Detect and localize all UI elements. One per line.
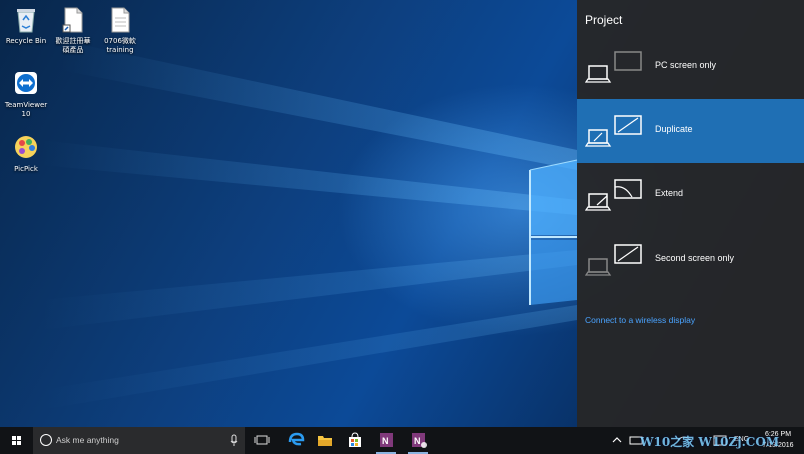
- file-explorer-icon: [318, 436, 332, 446]
- store-icon: [349, 432, 361, 447]
- panel-title: Project: [585, 13, 623, 27]
- second-screen-only-icon: [584, 240, 645, 280]
- windows-logo-icon: [12, 436, 21, 445]
- option-pc-screen-only[interactable]: PC screen only: [577, 35, 804, 99]
- file-2-label: 0706微軟 training: [104, 37, 136, 54]
- cortana-icon: [40, 434, 52, 446]
- onenote-2016-button[interactable]: N: [404, 427, 432, 454]
- document-icon: [107, 6, 133, 34]
- option-label: Extend: [655, 188, 684, 198]
- svg-text:N: N: [414, 436, 421, 446]
- chevron-up-icon: [612, 437, 622, 443]
- duplicate-icon: [584, 111, 645, 151]
- edge-icon: [288, 432, 305, 446]
- picpick-label: PicPick: [14, 165, 38, 173]
- start-button[interactable]: [0, 427, 33, 454]
- screen: Recycle Bin 歡迎註冊華 碩產品 0706微軟 training Te…: [0, 0, 804, 454]
- recycle-bin-graphic-icon: [13, 6, 39, 34]
- picpick-logo-icon: [13, 134, 39, 162]
- file-explorer-button[interactable]: [311, 427, 339, 454]
- site-watermark: W10之家 W10Zj.COM: [640, 435, 780, 449]
- onenote-2016-icon: N: [412, 433, 427, 448]
- microphone-icon[interactable]: [230, 434, 238, 447]
- store-button[interactable]: [341, 427, 369, 454]
- teamviewer-label: TeamViewer 10: [4, 101, 48, 118]
- file-1-icon[interactable]: 歡迎註冊華 碩產品: [49, 6, 97, 55]
- recycle-bin-icon[interactable]: Recycle Bin: [2, 6, 50, 46]
- option-extend[interactable]: Extend: [577, 163, 804, 227]
- search-box[interactable]: Ask me anything: [33, 427, 245, 454]
- teamviewer-icon[interactable]: TeamViewer 10: [2, 70, 50, 119]
- option-label: Second screen only: [655, 253, 735, 263]
- task-view-button[interactable]: [248, 427, 276, 454]
- onenote-icon: N: [380, 433, 393, 447]
- teamviewer-logo-icon: [13, 70, 39, 98]
- file-1-label: 歡迎註冊華 碩產品: [55, 37, 91, 54]
- option-label: PC screen only: [655, 60, 717, 70]
- project-panel: Project PC screen only Duplicate Extend …: [577, 0, 804, 427]
- search-placeholder: Ask me anything: [56, 435, 119, 445]
- option-label: Duplicate: [655, 124, 693, 134]
- recycle-bin-label: Recycle Bin: [5, 37, 47, 45]
- svg-text:N: N: [382, 436, 389, 446]
- file-2-icon[interactable]: 0706微軟 training: [96, 6, 144, 55]
- option-duplicate[interactable]: Duplicate: [577, 99, 804, 163]
- picpick-icon[interactable]: PicPick: [2, 134, 50, 174]
- extend-icon: [584, 175, 645, 215]
- option-second-screen-only[interactable]: Second screen only: [577, 228, 804, 292]
- task-view-icon: [254, 435, 270, 445]
- pc-screen-only-icon: [584, 47, 645, 87]
- onenote-button[interactable]: N: [372, 427, 400, 454]
- edge-button[interactable]: [282, 427, 310, 454]
- connect-wireless-display-link[interactable]: Connect to a wireless display: [585, 315, 695, 325]
- document-icon: [60, 6, 86, 34]
